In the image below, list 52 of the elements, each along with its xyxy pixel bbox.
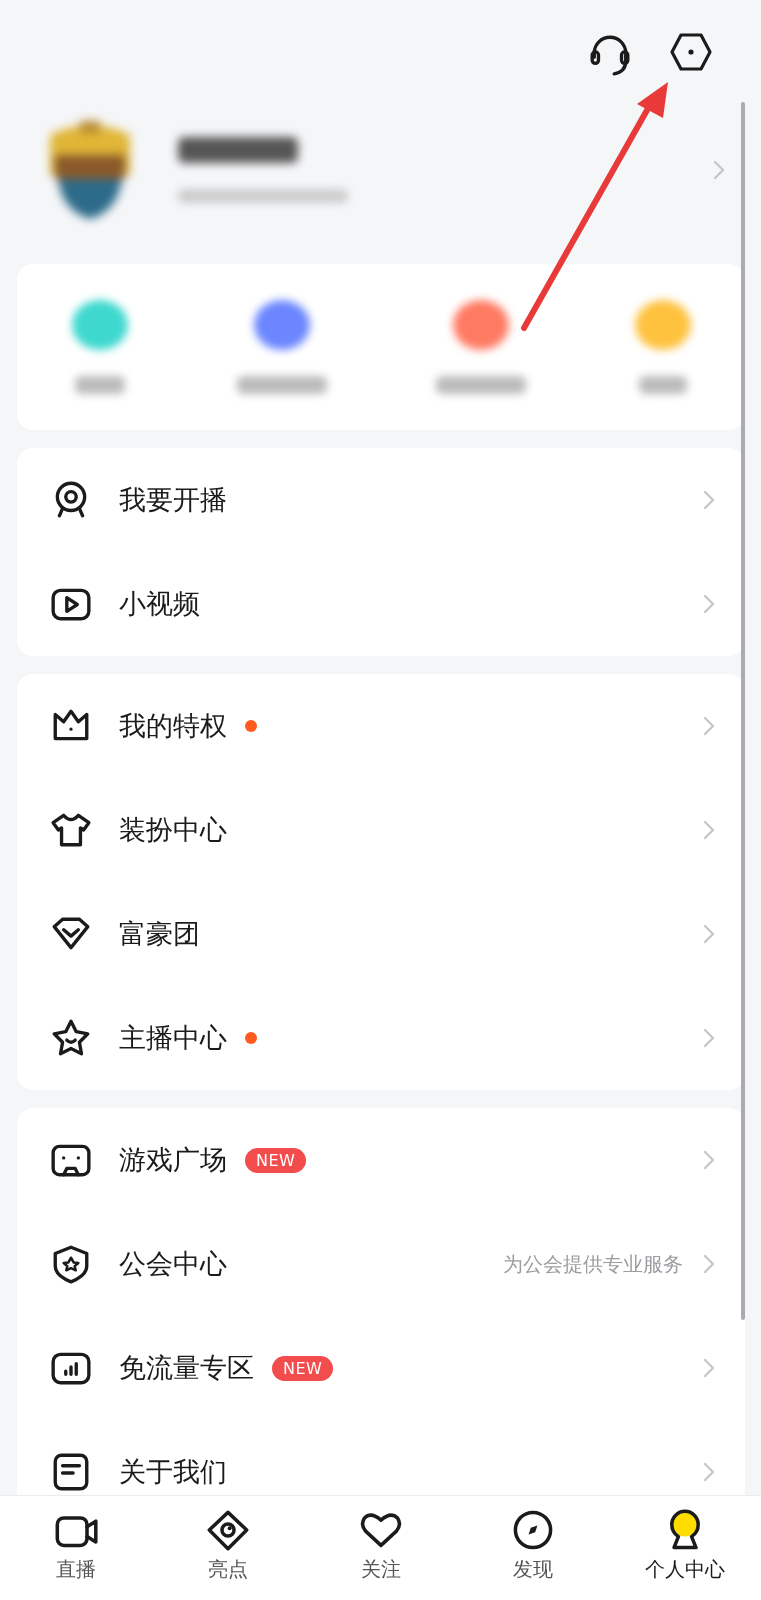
menu-label: 公会中心	[119, 1247, 227, 1281]
eye-icon	[206, 1508, 251, 1552]
menu-row[interactable]: 免流量专区 NEW	[17, 1316, 745, 1420]
tab-label: 个人中心	[644, 1556, 725, 1583]
chevron-icon	[703, 490, 715, 510]
menu-row[interactable]: 我要开播	[17, 448, 745, 552]
tab-label: 发现	[512, 1556, 553, 1583]
chevron-icon	[703, 1150, 715, 1170]
menu-label: 富豪团	[119, 917, 200, 951]
shortcut-icon[interactable]	[634, 300, 691, 350]
chevron-icon	[703, 1028, 715, 1048]
chevron-icon	[713, 160, 725, 180]
menu-label: 我要开播	[119, 483, 227, 517]
blurred-label	[638, 376, 687, 394]
chevron-icon	[703, 820, 715, 840]
menu-subtitle: 为公会提供专业服务	[503, 1250, 683, 1278]
tab-label: 关注	[360, 1556, 401, 1583]
chevron-icon	[703, 594, 715, 614]
menu-label: 小视频	[119, 587, 200, 621]
menu-row[interactable]: 关于我们	[17, 1420, 745, 1495]
menu-row[interactable]: 主播中心	[17, 986, 745, 1090]
tab-item[interactable]: 直播	[0, 1496, 153, 1600]
menu-row[interactable]: 装扮中心	[17, 778, 745, 882]
shortcut-icon[interactable]	[253, 300, 310, 350]
tab-item[interactable]: 个人中心	[608, 1496, 761, 1600]
tab-label: 亮点	[208, 1556, 249, 1583]
chevron-icon	[703, 716, 715, 736]
blurred-label	[74, 376, 125, 394]
menu-label: 游戏广场	[119, 1143, 227, 1177]
menu-row[interactable]: 我的特权	[17, 674, 745, 778]
menu-label: 免流量专区	[119, 1351, 254, 1385]
tab-label: 直播	[56, 1556, 97, 1583]
new-badge: NEW	[245, 1147, 307, 1173]
chevron-icon	[703, 1254, 715, 1274]
shortcut-icon[interactable]	[452, 300, 509, 350]
chevron-icon	[703, 1358, 715, 1378]
chevron-icon	[703, 924, 715, 944]
chevron-icon	[703, 1462, 715, 1482]
settings-icon[interactable]	[669, 32, 713, 72]
menu-label: 我的特权	[119, 709, 227, 743]
menu-row[interactable]: 小视频	[17, 552, 745, 656]
menu-label: 主播中心	[119, 1021, 227, 1055]
tab-item[interactable]: 发现	[456, 1496, 609, 1600]
menu-label: 关于我们	[119, 1455, 227, 1489]
tab-item[interactable]: 关注	[304, 1496, 457, 1600]
menu-row[interactable]: 游戏广场 NEW	[17, 1108, 745, 1212]
new-badge: NEW	[272, 1355, 334, 1381]
tab-item[interactable]: 亮点	[152, 1496, 305, 1600]
menu-row[interactable]: 富豪团	[17, 882, 745, 986]
shortcut-icon[interactable]	[71, 300, 128, 350]
menu-label: 装扮中心	[119, 813, 227, 847]
menu-row[interactable]: 公会中心 为公会提供专业服务	[17, 1212, 745, 1316]
